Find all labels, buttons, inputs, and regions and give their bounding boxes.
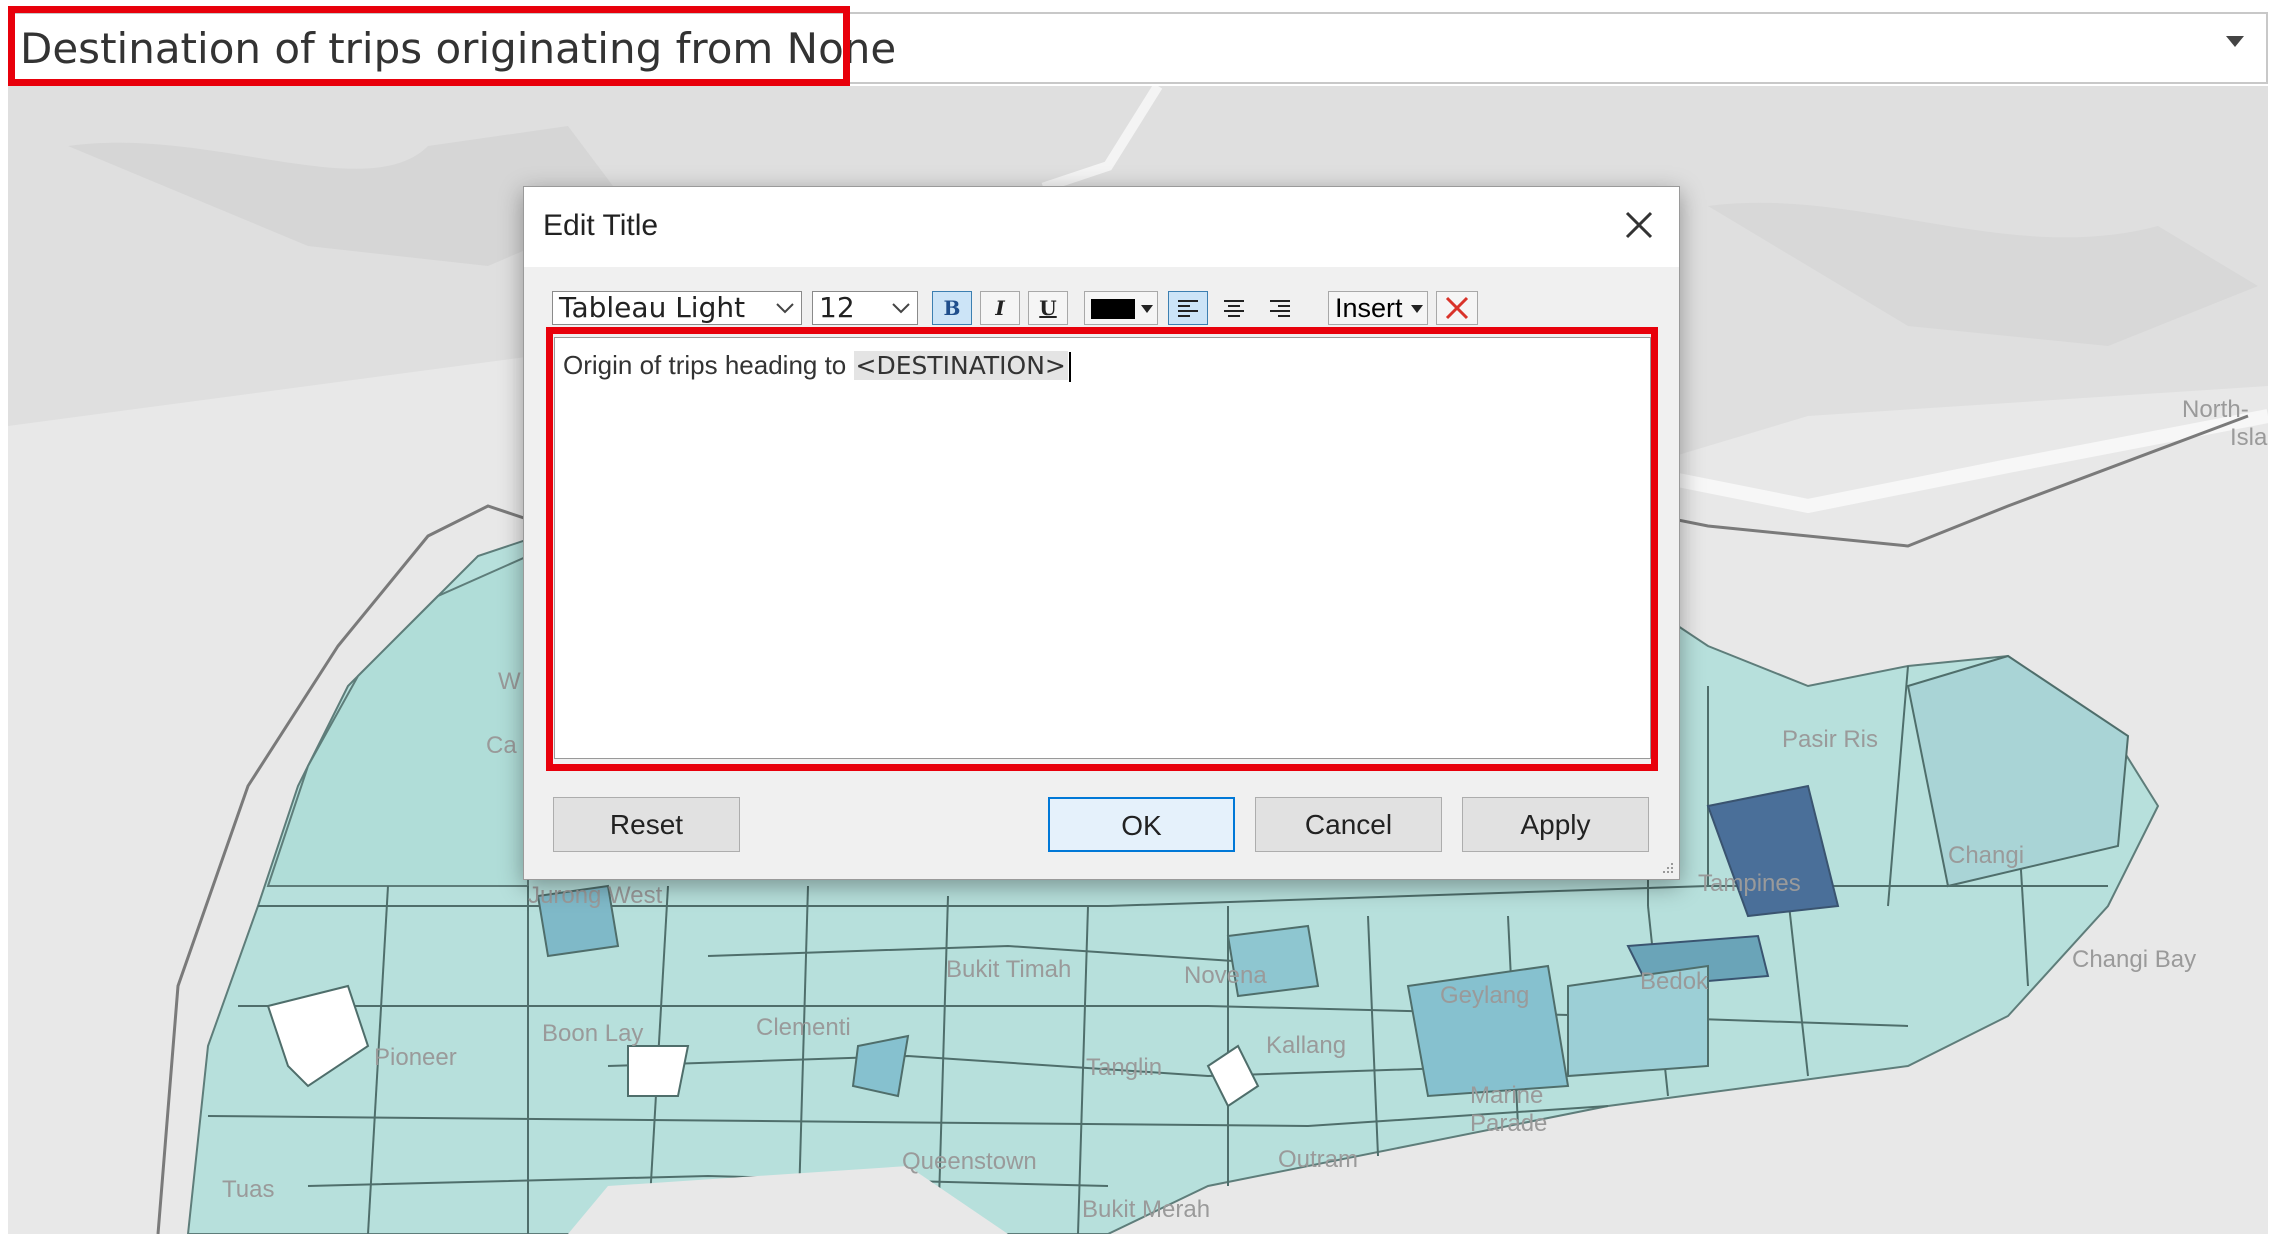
insert-menu-button[interactable]: Insert xyxy=(1328,291,1428,325)
caret-down-icon xyxy=(1411,305,1423,313)
map-label: Novena xyxy=(1184,962,1267,989)
map-label: Bukit Merah xyxy=(1082,1196,1211,1223)
italic-button[interactable]: I xyxy=(980,291,1020,325)
align-left-button[interactable] xyxy=(1168,291,1208,325)
reset-button[interactable]: Reset xyxy=(553,797,740,852)
map-label: Ca xyxy=(486,732,517,759)
align-left-icon xyxy=(1178,300,1198,317)
map-label: W xyxy=(498,668,521,695)
map-label: Bukit Timah xyxy=(946,956,1072,983)
editor-static-text: Origin of trips heading to xyxy=(563,350,854,380)
cancel-button[interactable]: Cancel xyxy=(1255,797,1442,852)
map-label: Outram xyxy=(1278,1146,1359,1173)
ok-button[interactable]: OK xyxy=(1048,797,1235,852)
map-label: Tanglin xyxy=(1086,1054,1163,1081)
align-center-button[interactable] xyxy=(1214,291,1254,325)
worksheet-title-bar[interactable]: Destination of trips originating from No… xyxy=(8,12,2268,84)
font-family-select[interactable]: Tableau Light xyxy=(552,291,802,325)
map-label: Jurong West xyxy=(528,882,663,909)
insert-label: Insert xyxy=(1335,293,1403,323)
map-label: Pasir Ris xyxy=(1782,726,1879,753)
align-right-icon xyxy=(1270,300,1290,317)
dialog-title: Edit Title xyxy=(543,209,659,242)
color-swatch xyxy=(1091,299,1135,319)
font-family-value: Tableau Light xyxy=(559,291,746,324)
map-label: Bedok xyxy=(1640,968,1709,995)
chevron-down-icon xyxy=(892,303,910,314)
chevron-down-icon xyxy=(776,303,794,314)
font-color-picker[interactable] xyxy=(1084,291,1158,325)
map-label: Tuas xyxy=(222,1176,275,1203)
map-label: Marine xyxy=(1470,1082,1544,1109)
title-dropdown-icon[interactable] xyxy=(2226,36,2244,47)
map-label: Clementi xyxy=(756,1014,851,1041)
map-label: Queenstown xyxy=(902,1148,1037,1175)
resize-grip-icon[interactable] xyxy=(1661,861,1675,875)
title-text-editor[interactable]: Origin of trips heading to <DESTINATION> xyxy=(554,337,1651,759)
font-size-value: 12 xyxy=(819,291,855,324)
map-label: Pioneer xyxy=(374,1044,457,1071)
map-label: Tampines xyxy=(1698,870,1801,897)
map-label: Boon Lay xyxy=(542,1020,644,1047)
map-label: Isla xyxy=(2230,424,2268,451)
edit-title-dialog[interactable]: Edit Title Tableau Light 12 B I U Insert xyxy=(523,186,1680,880)
text-caret xyxy=(1068,352,1071,383)
map-label: Geylang xyxy=(1440,982,1530,1009)
clear-formatting-button[interactable] xyxy=(1436,291,1478,325)
align-right-button[interactable] xyxy=(1260,291,1300,325)
close-icon[interactable] xyxy=(1619,205,1659,245)
bold-button[interactable]: B xyxy=(932,291,972,325)
map-label: Parade xyxy=(1470,1110,1548,1137)
worksheet-title: Destination of trips originating from No… xyxy=(20,24,897,73)
map-label: North- xyxy=(2182,396,2249,423)
underline-button[interactable]: U xyxy=(1028,291,1068,325)
red-x-icon xyxy=(1445,296,1469,320)
caret-down-icon xyxy=(1141,305,1153,313)
font-size-select[interactable]: 12 xyxy=(812,291,918,325)
editor-content: Origin of trips heading to <DESTINATION> xyxy=(563,350,1071,383)
dialog-header: Edit Title xyxy=(524,187,1679,267)
map-label: Changi xyxy=(1948,842,2025,869)
align-center-icon xyxy=(1224,300,1244,317)
apply-button[interactable]: Apply xyxy=(1462,797,1649,852)
destination-field-token[interactable]: <DESTINATION> xyxy=(853,351,1068,380)
map-label: Changi Bay xyxy=(2072,946,2197,973)
map-label: Kallang xyxy=(1266,1032,1347,1059)
